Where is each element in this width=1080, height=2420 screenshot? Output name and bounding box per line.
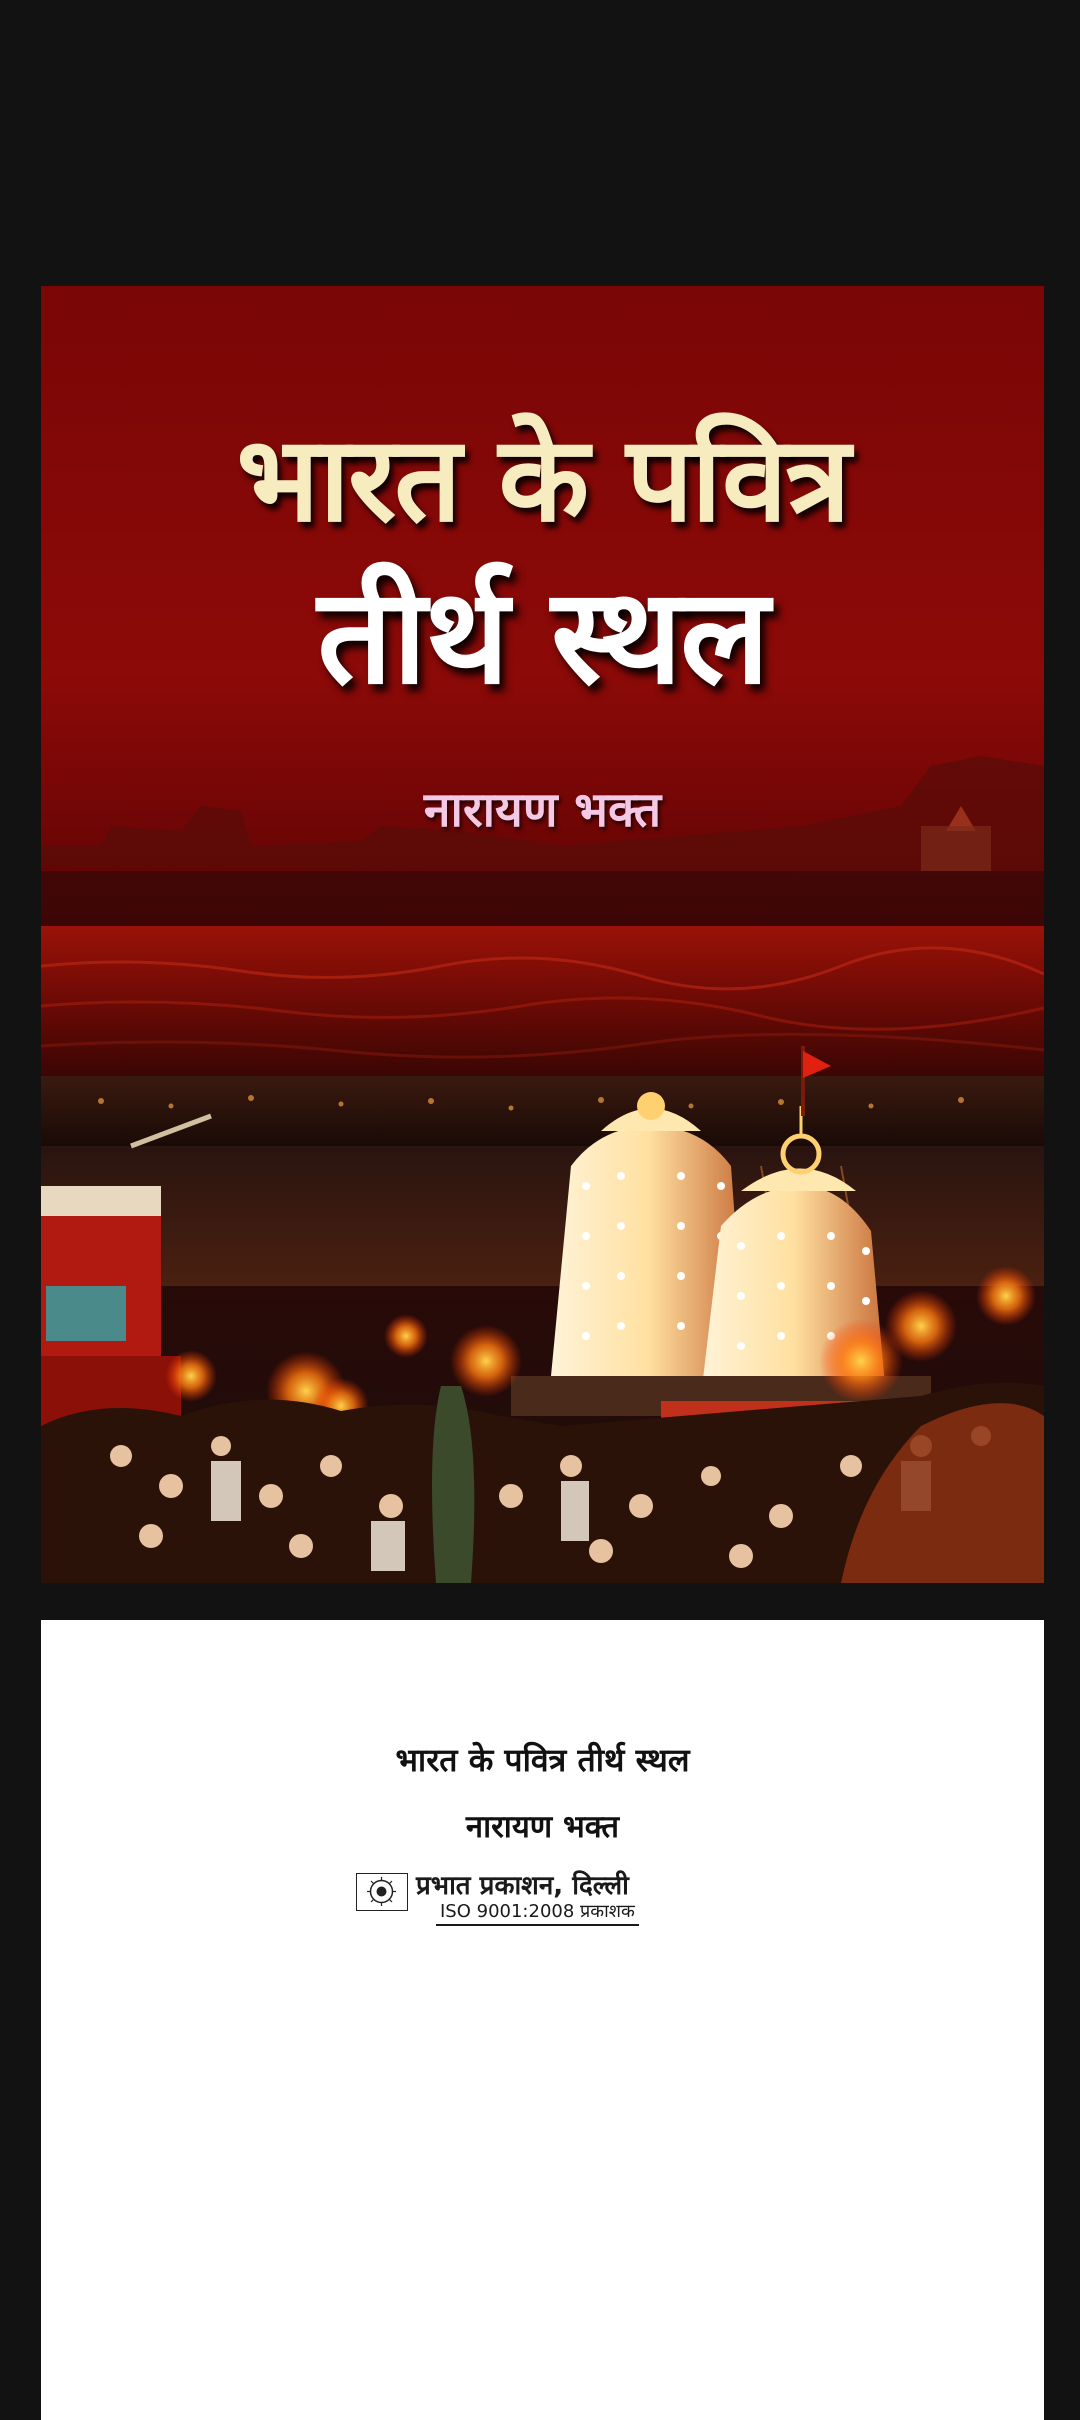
ebook-reader-view: { "cover": { "title_line1": "भारत के पवि…	[0, 0, 1080, 2420]
title-page-book-title: भारत के पवित्र तीर्थ स्थल	[395, 1741, 690, 1779]
cover-title-line-1: भारत के पवित्र	[236, 409, 850, 548]
title-page-author: नारायण भक्त	[465, 1809, 620, 1845]
publisher-logo-icon	[356, 1873, 408, 1911]
publisher-tagline: ISO 9001:2008 प्रकाशक	[436, 1899, 639, 1926]
cover-title-line-2: तीर्थ स्थल	[317, 559, 769, 714]
publisher-imprint: प्रभात प्रकाशन, दिल्ली ISO 9001:2008 प्र…	[356, 1870, 736, 1930]
title-page[interactable]: भारत के पवित्र तीर्थ स्थल नारायण भक्त प्…	[41, 1620, 1044, 2420]
book-cover-image[interactable]: भारत के पवित्र तीर्थ स्थल नारायण भक्त	[41, 286, 1044, 1583]
cover-author: नारायण भक्त	[423, 782, 662, 838]
publisher-name: प्रभात प्रकाशन, दिल्ली	[416, 1871, 629, 1901]
